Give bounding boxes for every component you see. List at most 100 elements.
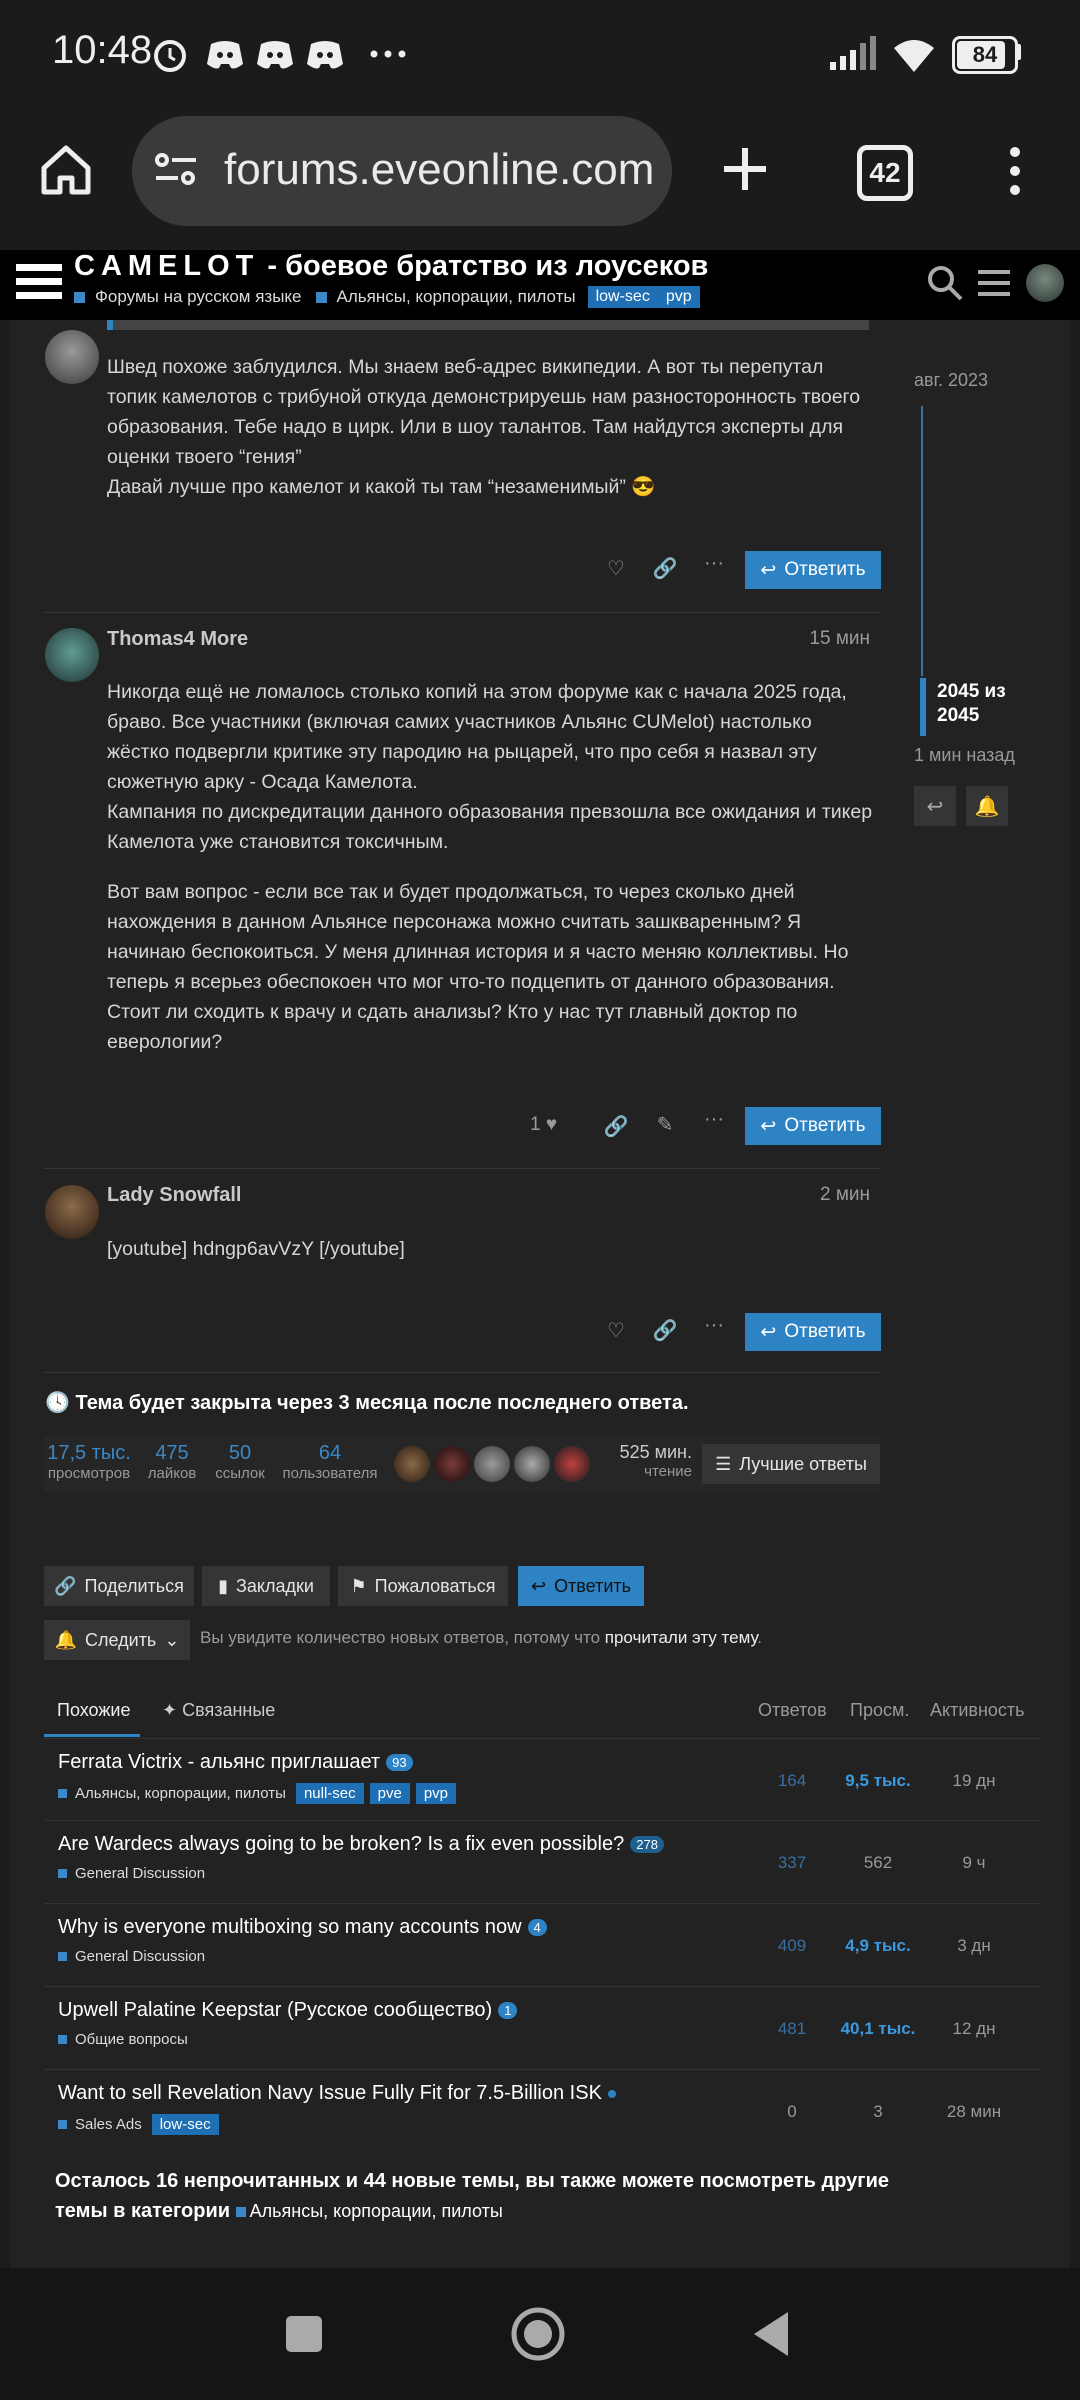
timeline-notification-button[interactable]: 🔔 <box>966 786 1008 826</box>
column-replies[interactable]: Ответов <box>758 1700 827 1721</box>
timeline-handle[interactable] <box>920 678 926 736</box>
topic-tag[interactable]: low-sec <box>151 2114 219 2135</box>
like-icon[interactable]: ♡ <box>601 556 631 581</box>
reply-button[interactable]: ↩ Ответить <box>745 1313 881 1351</box>
more-actions-icon[interactable]: ··· <box>699 1314 729 1337</box>
tag-low-sec[interactable]: low-sec <box>587 286 658 308</box>
stat-users[interactable]: 64 пользователя <box>278 1442 382 1482</box>
topic-link[interactable]: Why is everyone multiboxing so many acco… <box>58 1916 547 1939</box>
unread-count-badge[interactable]: 93 <box>386 1754 413 1771</box>
suggested-topic-row[interactable]: Why is everyone multiboxing so many acco… <box>44 1903 1040 1986</box>
topic-tag[interactable]: null-sec <box>295 1783 364 1804</box>
category-name: Общие вопросы <box>75 2031 188 2048</box>
topic-activity[interactable]: 19 дн <box>934 1771 1014 1791</box>
topic-tag[interactable]: pvp <box>415 1783 456 1804</box>
hamburger-icon[interactable] <box>16 262 62 302</box>
post-author[interactable]: Thomas4 More <box>107 628 248 651</box>
topic-link[interactable]: Are Wardecs always going to be broken? I… <box>58 1833 664 1856</box>
topic-replies[interactable]: 164 <box>752 1771 832 1791</box>
tab-related[interactable]: ✦ Связанные <box>162 1700 275 1721</box>
unread-count-badge[interactable]: 1 <box>498 2002 518 2019</box>
home-icon[interactable] <box>36 140 96 200</box>
sidebar-menu-icon[interactable] <box>978 268 1010 298</box>
unread-count-badge[interactable]: 278 <box>630 1836 664 1853</box>
read-topic-link[interactable]: прочитали эту тему <box>605 1628 758 1647</box>
active-tab-indicator <box>44 1734 140 1737</box>
more-actions-icon[interactable]: ··· <box>699 552 729 575</box>
topic-link[interactable]: Ferrata Victrix - альянс приглашает 93 <box>58 1751 413 1774</box>
topic-tag[interactable]: pve <box>369 1783 410 1804</box>
suggested-topic-row[interactable]: Are Wardecs always going to be broken? I… <box>44 1820 1040 1903</box>
suggested-topic-row[interactable]: Upwell Palatine Keepstar (Русское сообще… <box>44 1986 1040 2069</box>
flag-button[interactable]: ⚑ Пожаловаться <box>338 1566 508 1606</box>
url-text[interactable]: forums.eveonline.com <box>224 145 654 195</box>
reply-button[interactable]: ↩ Ответить <box>745 551 881 589</box>
home-circle-icon[interactable] <box>510 2306 566 2362</box>
share-button[interactable]: 🔗 Поделиться <box>44 1566 194 1606</box>
column-views[interactable]: Просм. <box>850 1700 909 1721</box>
column-activity[interactable]: Активность <box>930 1700 1025 1721</box>
more-actions-icon[interactable]: ··· <box>699 1108 729 1131</box>
avatar[interactable] <box>554 1446 590 1482</box>
topic-link[interactable]: Want to sell Revelation Navy Issue Fully… <box>58 2082 616 2105</box>
user-avatar[interactable] <box>1026 264 1064 302</box>
topic-title[interactable]: CAMELOT - боевое братство из лоусеков <box>74 250 708 283</box>
topic-replies[interactable]: 0 <box>752 2102 832 2122</box>
topic-category[interactable]: General Discussion <box>58 1865 205 1882</box>
topic-replies[interactable]: 409 <box>752 1936 832 1956</box>
remaining-category-link[interactable]: Альянсы, корпорации, пилоты <box>250 2201 503 2221</box>
post-time[interactable]: 2 мин <box>750 1184 870 1206</box>
notification-level-button[interactable]: 🔔 Следить ⌄ <box>44 1620 190 1660</box>
link-icon[interactable]: 🔗 <box>650 556 680 581</box>
like-icon[interactable]: ♡ <box>601 1318 631 1343</box>
avatar[interactable] <box>45 628 99 682</box>
topic-replies[interactable]: 481 <box>752 2019 832 2039</box>
timeline-last-activity[interactable]: 1 мин назад <box>914 745 1015 766</box>
new-tab-icon[interactable] <box>718 142 772 196</box>
avatar[interactable] <box>434 1446 470 1482</box>
best-answers-button[interactable]: ☰ Лучшие ответы <box>702 1444 880 1484</box>
stat-links[interactable]: 50 ссылок <box>208 1442 272 1482</box>
breadcrumb-category[interactable]: Форумы на русском языке <box>95 287 302 307</box>
bookmark-button[interactable]: ▮ Закладки <box>202 1566 330 1606</box>
topic-replies[interactable]: 337 <box>752 1853 832 1873</box>
avatar[interactable] <box>394 1446 430 1482</box>
suggested-topic-row[interactable]: Want to sell Revelation Navy Issue Fully… <box>44 2069 1040 2152</box>
topic-category[interactable]: Sales Ads low-sec <box>58 2114 219 2135</box>
recents-icon[interactable] <box>286 2316 322 2352</box>
topic-activity[interactable]: 12 дн <box>934 2019 1014 2039</box>
unread-count-badge[interactable]: 4 <box>527 1919 547 1936</box>
tag-pvp[interactable]: pvp <box>657 286 700 308</box>
topic-activity[interactable]: 3 дн <box>934 1936 1014 1956</box>
site-settings-icon[interactable] <box>152 150 202 190</box>
tab-similar[interactable]: Похожие <box>57 1700 130 1721</box>
back-icon[interactable] <box>752 2310 792 2358</box>
topic-category[interactable]: General Discussion <box>58 1948 205 1965</box>
topic-activity[interactable]: 9 ч <box>934 1853 1014 1873</box>
timeline-reply-button[interactable]: ↩ <box>914 786 956 826</box>
search-icon[interactable] <box>926 264 964 302</box>
post-body: [youtube] hdngp6avVzY [/youtube] <box>107 1238 405 1260</box>
timeline-start-date[interactable]: авг. 2023 <box>914 370 988 391</box>
topic-category[interactable]: Общие вопросы <box>58 2031 188 2048</box>
reply-button[interactable]: ↩ Ответить <box>518 1566 644 1606</box>
topic-activity[interactable]: 28 мин <box>934 2102 1014 2122</box>
topic-link[interactable]: Upwell Palatine Keepstar (Русское сообще… <box>58 1999 518 2022</box>
post-time[interactable]: 15 мин <box>750 628 870 650</box>
link-icon[interactable]: 🔗 <box>601 1114 631 1139</box>
tab-switcher-button[interactable]: 42 <box>857 145 913 201</box>
avatar[interactable] <box>45 1185 99 1239</box>
avatar[interactable] <box>45 330 99 384</box>
like-count[interactable]: 1 ♥ <box>530 1114 557 1136</box>
edit-icon[interactable]: ✎ <box>650 1112 680 1137</box>
timeline-scrollbar[interactable] <box>921 406 923 676</box>
menu-icon[interactable] <box>1000 144 1030 198</box>
link-icon[interactable]: 🔗 <box>650 1318 680 1343</box>
avatar[interactable] <box>474 1446 510 1482</box>
post-author[interactable]: Lady Snowfall <box>107 1184 241 1207</box>
breadcrumb-subcategory[interactable]: Альянсы, корпорации, пилоты <box>337 287 576 307</box>
suggested-topic-row[interactable]: Ferrata Victrix - альянс приглашает 93 Аль… <box>44 1738 1040 1821</box>
reply-button[interactable]: ↩ Ответить <box>745 1107 881 1145</box>
topic-category[interactable]: Альянсы, корпорации, пилоты null-sec pve pv… <box>58 1783 456 1804</box>
avatar[interactable] <box>514 1446 550 1482</box>
